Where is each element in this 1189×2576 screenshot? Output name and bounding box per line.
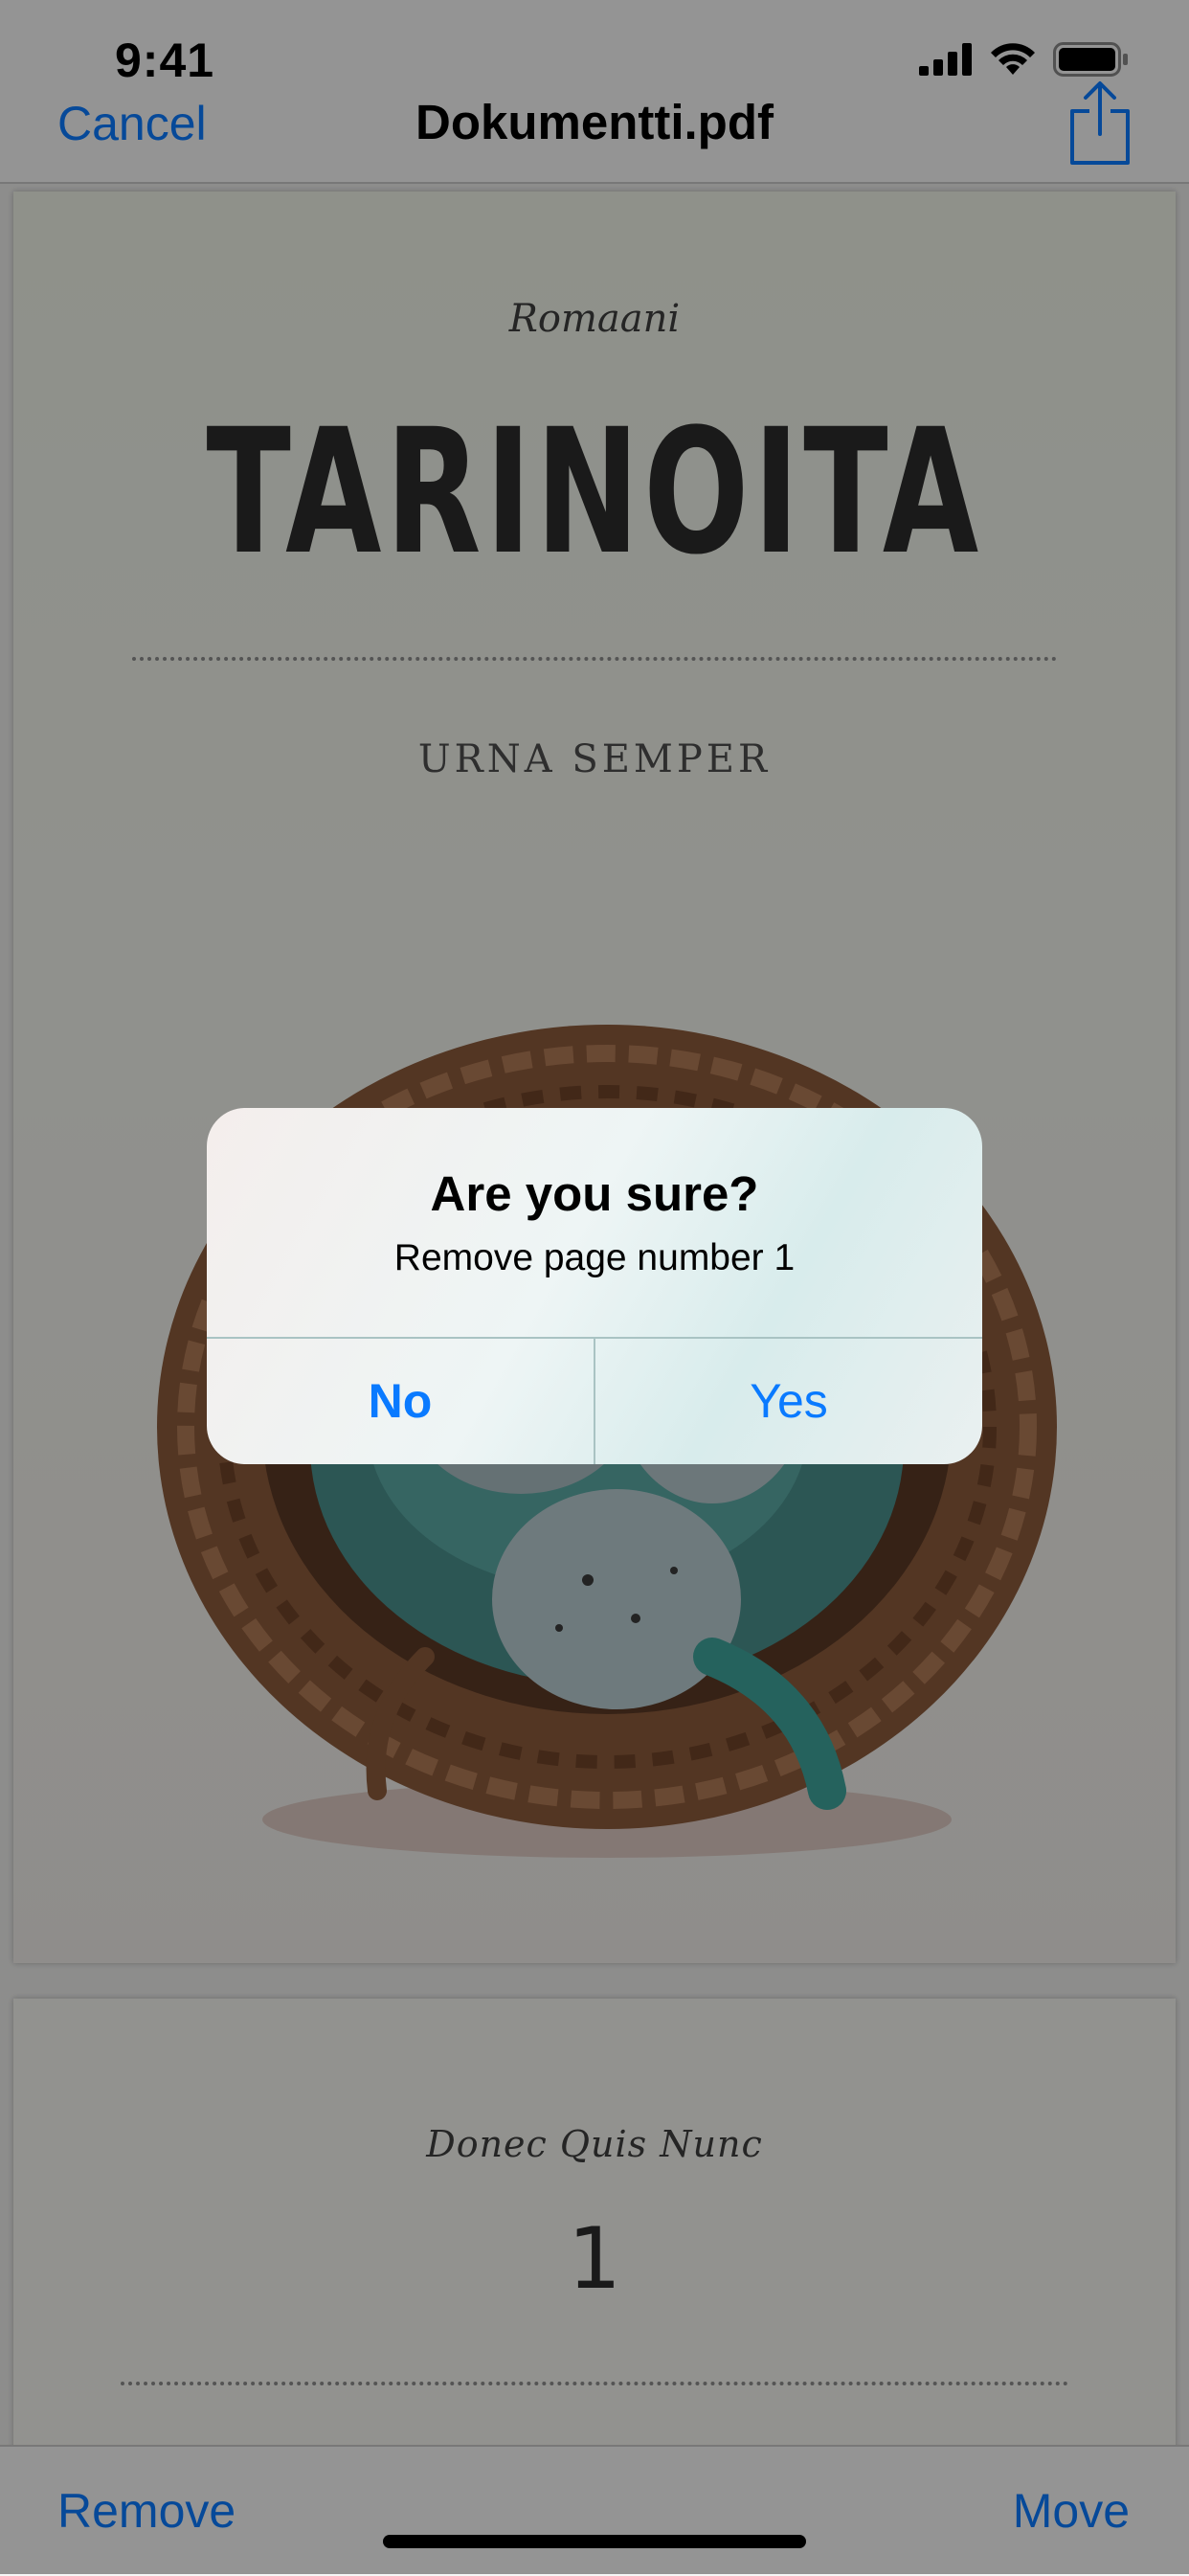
home-indicator[interactable] bbox=[383, 2535, 806, 2548]
alert-message: Remove page number 1 bbox=[393, 1237, 796, 1278]
alert-title: Are you sure? bbox=[430, 1166, 759, 1221]
confirm-alert: Are you sure? Remove page number 1 No Ye… bbox=[207, 1108, 982, 1464]
no-button[interactable]: No bbox=[207, 1338, 594, 1464]
yes-button[interactable]: Yes bbox=[595, 1338, 982, 1464]
